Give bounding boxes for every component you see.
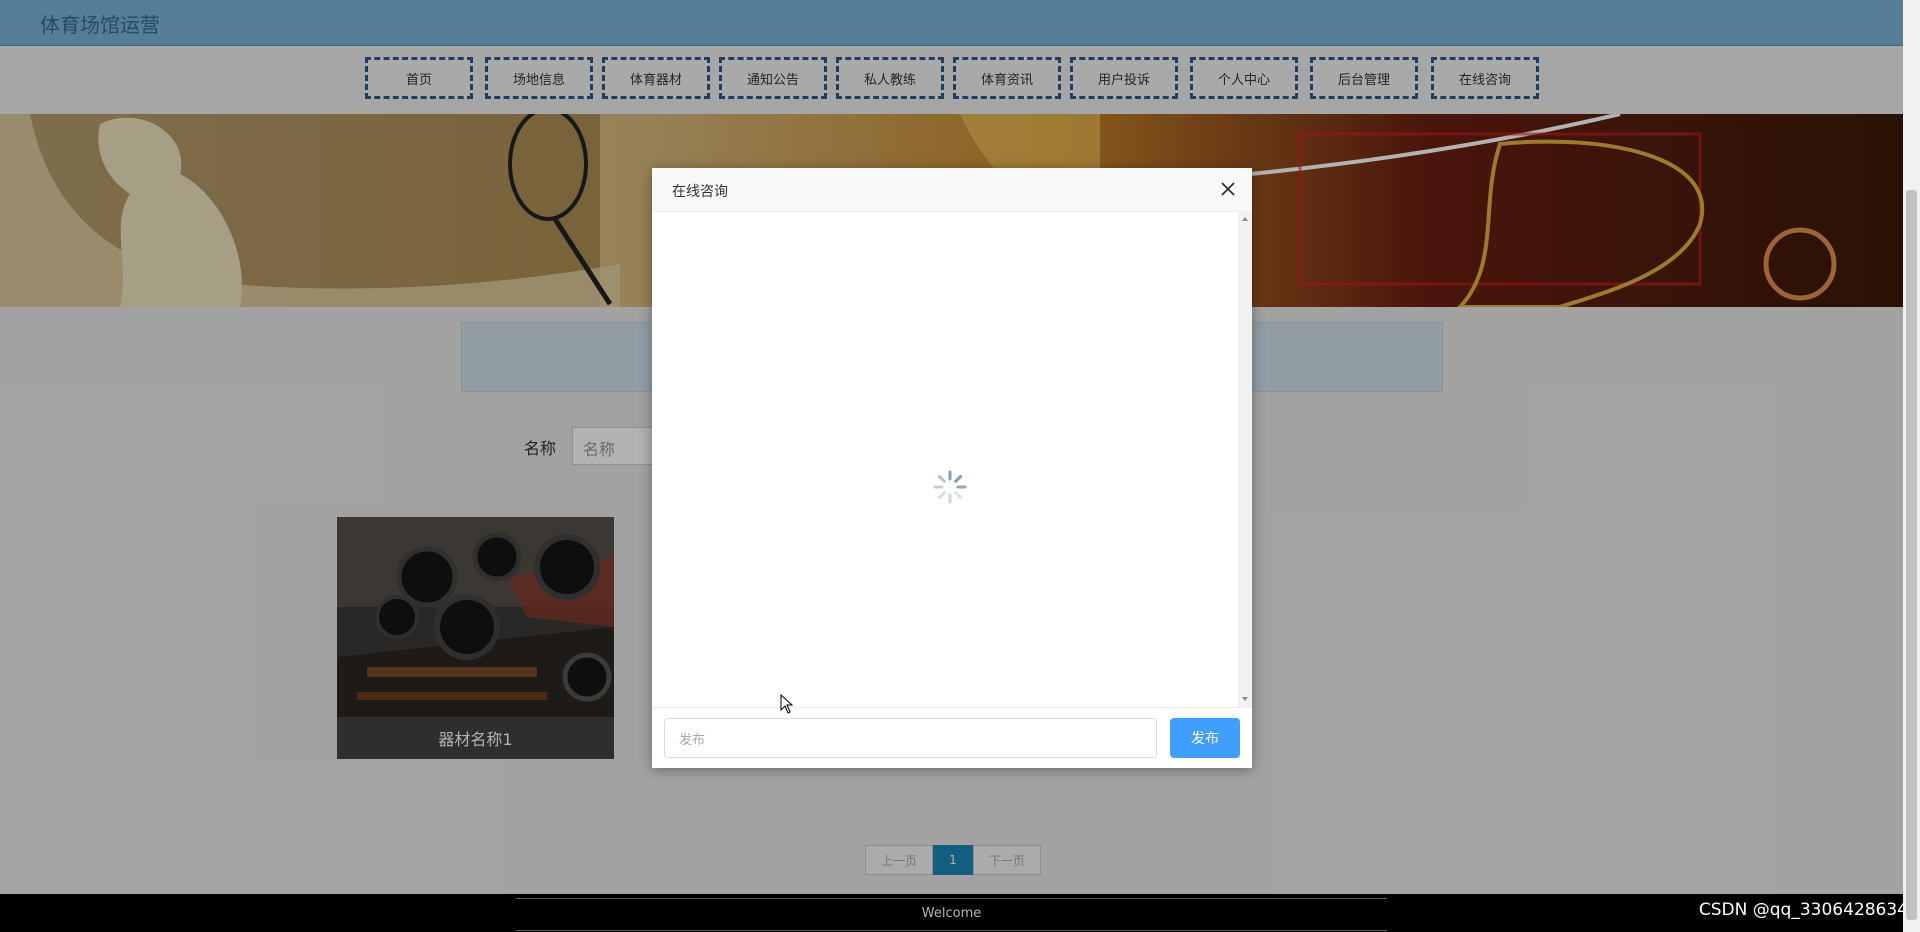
consult-dialog: 在线咨询 发布 发布	[652, 168, 1252, 768]
close-icon[interactable]	[1218, 179, 1238, 199]
dialog-header: 在线咨询	[652, 168, 1252, 212]
dialog-footer: 发布 发布	[652, 707, 1252, 769]
page-scrollbar-thumb[interactable]	[1906, 190, 1917, 920]
message-input[interactable]: 发布	[664, 718, 1157, 758]
page-scrollbar[interactable]	[1903, 0, 1920, 932]
dialog-title: 在线咨询	[672, 184, 728, 200]
loading-spinner-icon	[933, 470, 967, 504]
chat-scrollbar[interactable]	[1238, 211, 1252, 707]
mouse-cursor-icon	[780, 694, 794, 714]
chat-scroll-arrows-icon	[1242, 217, 1248, 701]
send-button[interactable]: 发布	[1170, 718, 1240, 758]
chat-messages-area[interactable]	[652, 211, 1252, 707]
watermark: CSDN @qq_3306428634	[1698, 900, 1908, 920]
